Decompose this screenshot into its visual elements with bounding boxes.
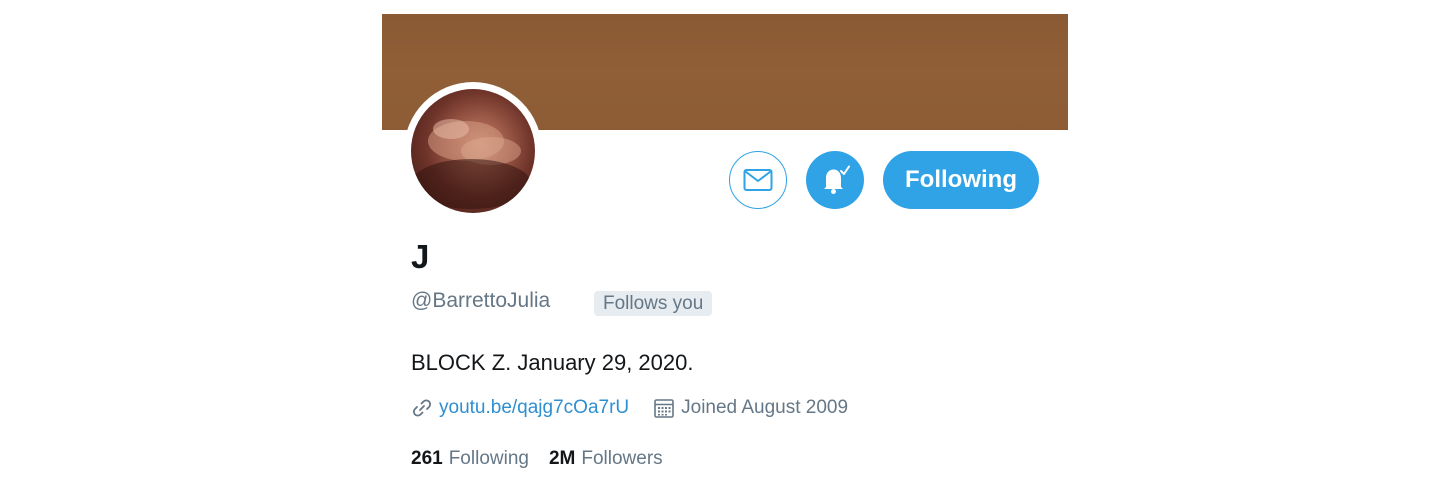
avatar[interactable] <box>411 89 535 213</box>
bell-check-icon <box>824 165 850 194</box>
follows-you-badge: Follows you <box>594 291 713 316</box>
followers-count: 2M <box>548 448 576 469</box>
followers-label: Followers <box>581 448 663 469</box>
notifications-button[interactable] <box>806 151 864 209</box>
joined-text: Joined August 2009 <box>681 397 849 418</box>
link-icon <box>412 399 432 417</box>
avatar-border <box>404 82 542 220</box>
envelope-icon <box>743 169 773 191</box>
message-button[interactable] <box>729 151 787 209</box>
calendar-icon <box>654 399 674 418</box>
profile-stats: 261 Following 2M Followers <box>411 448 663 470</box>
profile-meta: youtu.be/qajg7cOa7rU Joined August 2009 <box>411 396 848 420</box>
profile-bio: BLOCK Z. January 29, 2020. <box>411 350 694 375</box>
profile-link[interactable]: youtu.be/qajg7cOa7rU <box>411 397 629 419</box>
following-label: Following <box>448 448 529 469</box>
following-count: 261 <box>411 448 443 469</box>
profile-link-text[interactable]: youtu.be/qajg7cOa7rU <box>439 397 629 419</box>
joined-date: Joined August 2009 <box>653 397 848 419</box>
display-name: J <box>411 238 430 275</box>
profile-page: Following J @BarrettoJulia Follows you B… <box>0 0 1451 483</box>
following-stat[interactable]: 261 Following <box>411 448 529 470</box>
username-handle: @BarrettoJulia <box>411 289 551 312</box>
following-button[interactable]: Following <box>883 151 1039 209</box>
followers-stat[interactable]: 2M Followers <box>549 448 663 470</box>
